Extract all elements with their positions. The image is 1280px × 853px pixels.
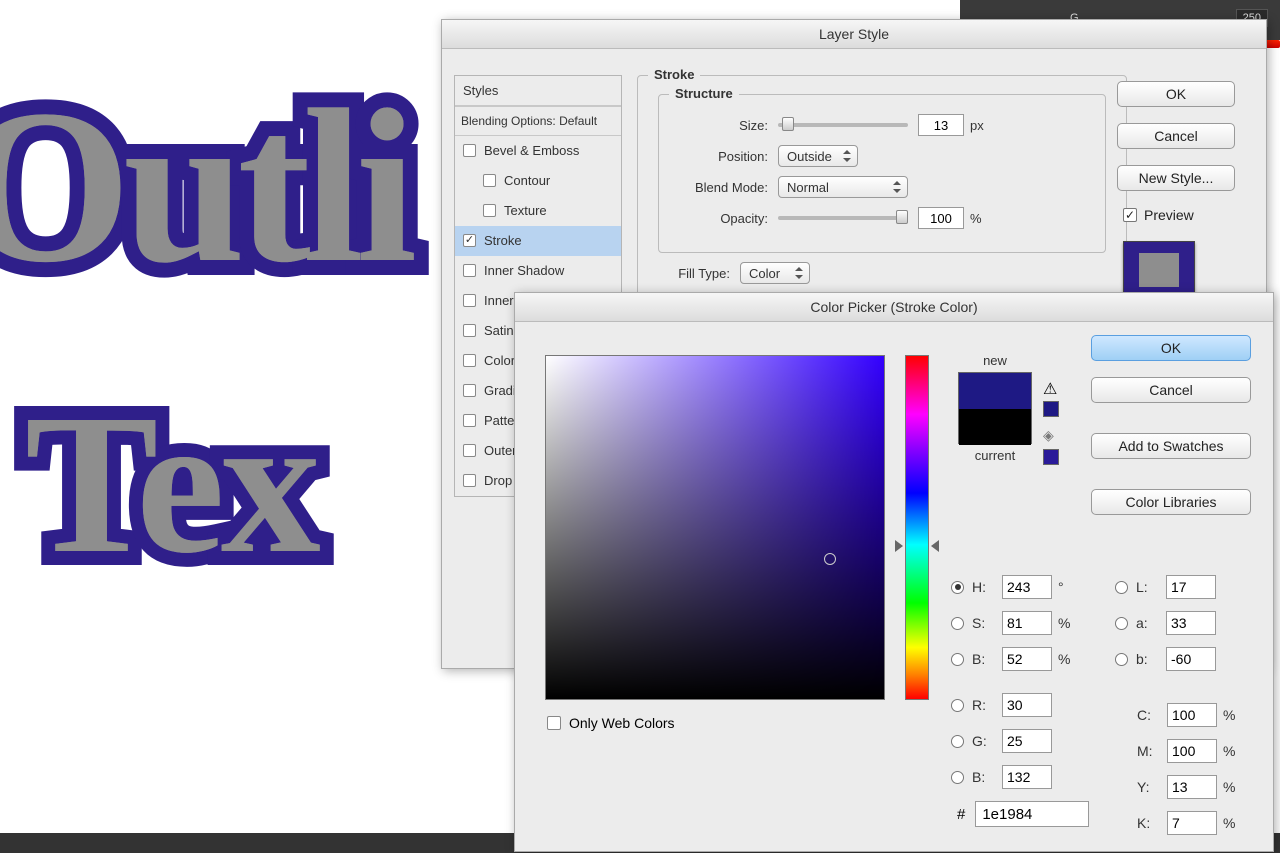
- contour-checkbox[interactable]: [483, 174, 496, 187]
- new-color-swatch[interactable]: [959, 373, 1031, 409]
- opacity-slider[interactable]: [778, 216, 908, 220]
- color-picker-title: Color Picker (Stroke Color): [515, 293, 1273, 322]
- preview-swatch: [1123, 241, 1195, 299]
- opacity-label: Opacity:: [673, 211, 768, 226]
- current-label: current: [955, 448, 1035, 463]
- stroke-fieldset: Stroke Structure Size: px Position: Outs…: [637, 75, 1127, 308]
- new-label: new: [955, 353, 1035, 368]
- hex-label: #: [957, 806, 965, 823]
- color-picker-dialog: Color Picker (Stroke Color) new current …: [514, 292, 1274, 852]
- c-input[interactable]: [1167, 703, 1217, 727]
- ls-ok-button[interactable]: OK: [1117, 81, 1235, 107]
- add-to-swatches-button[interactable]: Add to Swatches: [1091, 433, 1251, 459]
- b-input[interactable]: [1002, 647, 1052, 671]
- g-radio[interactable]: [951, 735, 964, 748]
- gamut-warning-icon[interactable]: ⚠: [1043, 379, 1057, 399]
- saturation-brightness-field[interactable]: [545, 355, 885, 700]
- layer-style-title: Layer Style: [442, 20, 1266, 49]
- new-current-swatch[interactable]: [958, 372, 1032, 444]
- hue-slider-arrow-left[interactable]: [895, 540, 903, 552]
- opacity-input[interactable]: [918, 207, 964, 229]
- blending-options-row[interactable]: Blending Options: Default: [455, 106, 621, 136]
- blend-mode-select[interactable]: Normal: [778, 176, 908, 198]
- l-radio[interactable]: [1115, 581, 1128, 594]
- g-input[interactable]: [1002, 729, 1052, 753]
- position-label: Position:: [673, 149, 768, 164]
- bevel-checkbox[interactable]: [463, 144, 476, 157]
- current-color-swatch[interactable]: [959, 409, 1031, 445]
- cp-cancel-button[interactable]: Cancel: [1091, 377, 1251, 403]
- h-input[interactable]: [1002, 575, 1052, 599]
- texture-row[interactable]: Texture: [455, 196, 621, 226]
- only-web-colors-row[interactable]: Only Web Colors: [547, 715, 675, 731]
- hue-slider-arrow-right[interactable]: [931, 540, 939, 552]
- bevel-emboss-row[interactable]: Bevel & Emboss: [455, 136, 621, 166]
- size-label: Size:: [673, 118, 768, 133]
- h-radio[interactable]: [951, 581, 964, 594]
- texture-checkbox[interactable]: [483, 204, 496, 217]
- only-web-checkbox[interactable]: [547, 716, 561, 730]
- hue-strip[interactable]: [905, 355, 929, 700]
- drop-shadow-checkbox[interactable]: [463, 474, 476, 487]
- styles-header[interactable]: Styles: [455, 76, 621, 106]
- ls-new-style-button[interactable]: New Style...: [1117, 165, 1235, 191]
- sb-cursor[interactable]: [824, 553, 836, 565]
- b-radio[interactable]: [951, 653, 964, 666]
- s-radio[interactable]: [951, 617, 964, 630]
- stroke-row[interactable]: Stroke: [455, 226, 621, 256]
- b2-radio[interactable]: [951, 771, 964, 784]
- cp-ok-button[interactable]: OK: [1091, 335, 1251, 361]
- y-input[interactable]: [1167, 775, 1217, 799]
- inner-glow-checkbox[interactable]: [463, 294, 476, 307]
- position-select[interactable]: Outside: [778, 145, 858, 167]
- satin-checkbox[interactable]: [463, 324, 476, 337]
- websafe-warning-swatch[interactable]: [1043, 449, 1059, 465]
- fill-type-select[interactable]: Color: [740, 262, 810, 284]
- m-input[interactable]: [1167, 739, 1217, 763]
- fill-type-label: Fill Type:: [658, 266, 730, 281]
- b2-input[interactable]: [1002, 765, 1052, 789]
- size-slider[interactable]: [778, 123, 908, 127]
- color-overlay-checkbox[interactable]: [463, 354, 476, 367]
- inner-shadow-row[interactable]: Inner Shadow: [455, 256, 621, 286]
- size-input[interactable]: [918, 114, 964, 136]
- lab-b-radio[interactable]: [1115, 653, 1128, 666]
- preview-checkbox[interactable]: [1123, 208, 1137, 222]
- blend-mode-label: Blend Mode:: [673, 180, 768, 195]
- s-input[interactable]: [1002, 611, 1052, 635]
- websafe-warning-icon[interactable]: ◈: [1043, 427, 1054, 444]
- r-radio[interactable]: [951, 699, 964, 712]
- a-input[interactable]: [1166, 611, 1216, 635]
- outer-glow-checkbox[interactable]: [463, 444, 476, 457]
- gradient-overlay-checkbox[interactable]: [463, 384, 476, 397]
- pattern-overlay-checkbox[interactable]: [463, 414, 476, 427]
- structure-fieldset: Structure Size: px Position: Outside Ble…: [658, 94, 1106, 253]
- contour-row[interactable]: Contour: [455, 166, 621, 196]
- k-input[interactable]: [1167, 811, 1217, 835]
- a-radio[interactable]: [1115, 617, 1128, 630]
- l-input[interactable]: [1166, 575, 1216, 599]
- ls-cancel-button[interactable]: Cancel: [1117, 123, 1235, 149]
- inner-shadow-checkbox[interactable]: [463, 264, 476, 277]
- gamut-warning-swatch[interactable]: [1043, 401, 1059, 417]
- r-input[interactable]: [1002, 693, 1052, 717]
- hex-input[interactable]: [975, 801, 1089, 827]
- lab-b-input[interactable]: [1166, 647, 1216, 671]
- preview-checkbox-row[interactable]: Preview: [1123, 207, 1237, 223]
- stroke-checkbox[interactable]: [463, 234, 476, 247]
- color-libraries-button[interactable]: Color Libraries: [1091, 489, 1251, 515]
